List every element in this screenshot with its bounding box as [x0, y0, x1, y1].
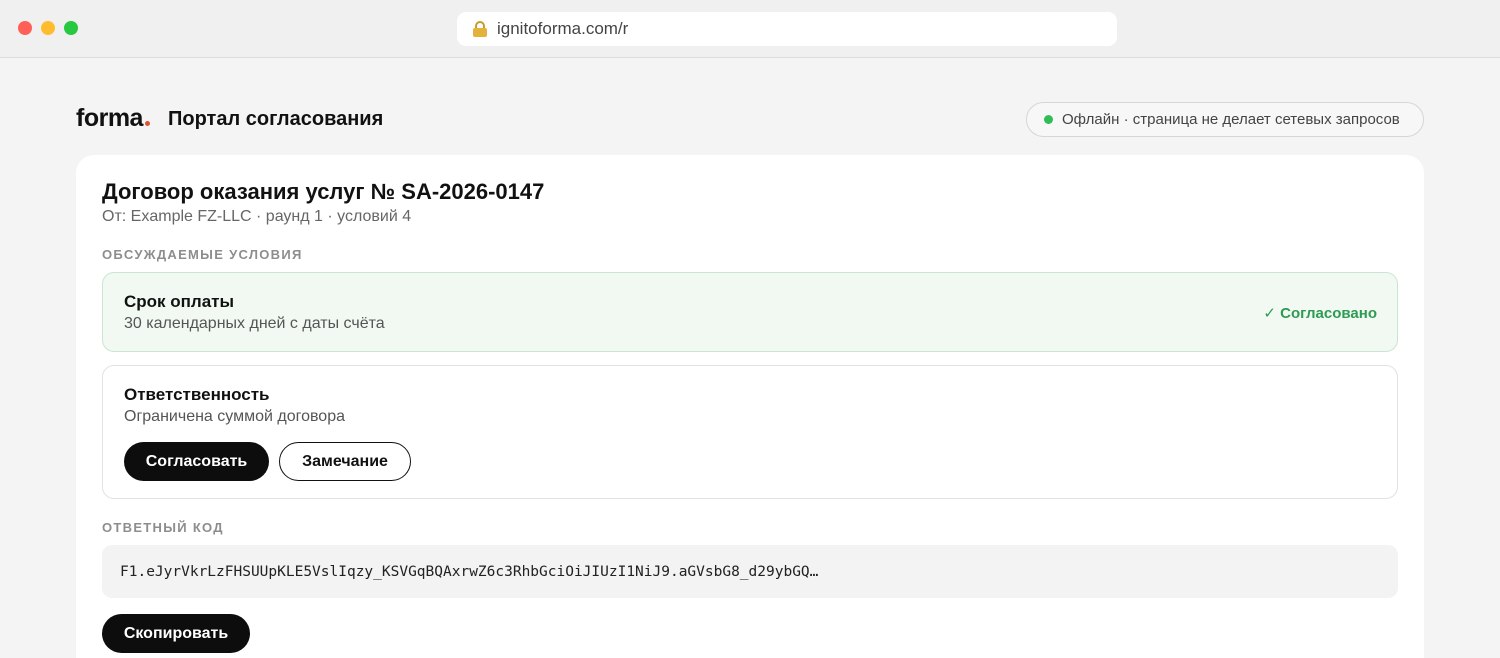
term-liability: Ответственность Ограничена суммой догово…	[102, 365, 1398, 499]
brand-name: forma	[76, 104, 143, 132]
browser-chrome: ignitoforma.com/r	[0, 0, 1500, 58]
url-text: ignitoforma.com/r	[497, 19, 629, 38]
offline-status-badge: Офлайн · страница не делает сетевых запр…	[1026, 102, 1424, 137]
comment-button[interactable]: Замечание	[279, 442, 411, 481]
lock-icon	[473, 21, 487, 37]
term-description: Ограничена суммой договора	[124, 408, 345, 425]
approve-button[interactable]: Согласовать	[124, 442, 269, 481]
document-subtitle: От: Example FZ-LLC · раунд 1 · условий 4	[102, 208, 412, 225]
copy-button[interactable]: Скопировать	[102, 614, 250, 653]
brand-logo: forma	[76, 104, 150, 133]
minimize-window-button[interactable]	[41, 21, 55, 35]
contract-card: Договор оказания услуг № SA-2026-0147 От…	[76, 155, 1424, 658]
maximize-window-button[interactable]	[64, 21, 78, 35]
status-text: Офлайн · страница не делает сетевых запр…	[1062, 111, 1400, 128]
document-title: Договор оказания услуг № SA-2026-0147	[102, 179, 545, 204]
terms-section-label: ОБСУЖДАЕМЫЕ УСЛОВИЯ	[102, 247, 303, 262]
term-title: Ответственность	[124, 385, 270, 404]
portal-title: Портал согласования	[168, 108, 384, 130]
term-description: 30 календарных дней с даты счёта	[124, 315, 385, 332]
response-code-field[interactable]: F1.eJyrVkrLzFHSUUpKLE5VslIqzy_KSVGqBQAxr…	[102, 545, 1398, 598]
status-dot-icon	[1044, 115, 1053, 124]
term-title: Срок оплаты	[124, 292, 235, 311]
address-bar[interactable]: ignitoforma.com/r	[457, 12, 1117, 46]
brand-dot-icon	[144, 121, 150, 126]
response-code-label: ОТВЕТНЫЙ КОД	[102, 520, 224, 535]
close-window-button[interactable]	[18, 21, 32, 35]
agreed-status-badge: ✓ Согласовано	[1263, 305, 1377, 322]
term-payment: Срок оплаты 30 календарных дней с даты с…	[102, 272, 1398, 352]
